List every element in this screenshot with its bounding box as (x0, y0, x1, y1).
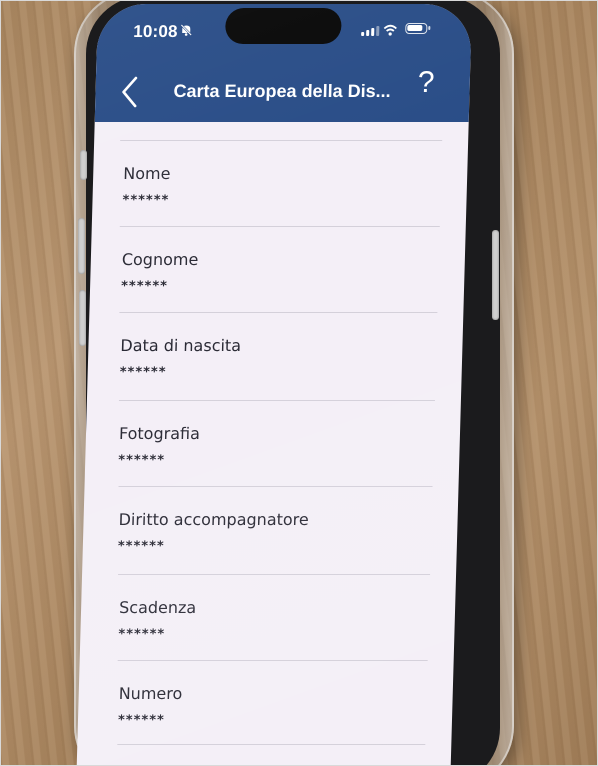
app-header: 10:08 Carta Europea della Dis... ? (94, 4, 472, 122)
wifi-icon (383, 22, 397, 36)
divider (118, 486, 433, 487)
signal-icon (361, 26, 380, 36)
card-details-list: Nome ****** Cognome ****** Data di nasci… (76, 122, 468, 766)
divider (117, 660, 428, 661)
divider (118, 574, 431, 575)
field-value: ****** (118, 453, 166, 468)
field-label: Numero (118, 684, 183, 703)
power-button (492, 230, 499, 320)
help-icon[interactable]: ? (417, 66, 435, 100)
divider (118, 400, 435, 401)
field-label: Nome (123, 164, 171, 183)
volume-up-button (78, 218, 85, 274)
page-title: Carta Europea della Dis... (173, 81, 391, 101)
phone-screen: 10:08 Carta Europea della Dis... ? Nome … (76, 4, 473, 766)
field-fotografia: Fotografia ****** (118, 424, 200, 468)
chevron-left-icon[interactable] (115, 74, 146, 110)
field-data-di-nascita: Data di nascita ****** (119, 336, 241, 380)
field-value: ****** (117, 539, 165, 554)
field-value: ****** (120, 279, 169, 294)
photo: 10:08 Carta Europea della Dis... ? Nome … (0, 0, 598, 766)
field-label: Diritto accompagnatore (118, 510, 310, 529)
field-label: Cognome (121, 250, 199, 269)
field-label: Data di nascita (120, 336, 242, 355)
battery-icon (405, 23, 428, 34)
field-numero: Numero ****** (118, 684, 183, 728)
field-value: ****** (122, 193, 170, 208)
field-cognome: Cognome ****** (121, 250, 199, 294)
field-scadenza: Scadenza ****** (118, 598, 196, 642)
status-time: 10:08 (132, 22, 178, 41)
field-nome: Nome ****** (122, 164, 170, 208)
divider (119, 312, 438, 313)
field-value: ****** (118, 627, 166, 642)
divider (117, 744, 426, 745)
field-label: Fotografia (118, 424, 201, 443)
divider (120, 140, 443, 141)
field-label: Scadenza (118, 598, 197, 617)
field-value: ****** (119, 365, 167, 380)
bell-slash-icon (179, 23, 194, 41)
action-button (80, 150, 87, 180)
field-value: ****** (117, 713, 165, 728)
divider (119, 226, 440, 227)
field-diritto-accompagnatore: Diritto accompagnatore ****** (118, 510, 309, 554)
volume-down-button (79, 290, 86, 346)
dynamic-island (224, 8, 342, 44)
